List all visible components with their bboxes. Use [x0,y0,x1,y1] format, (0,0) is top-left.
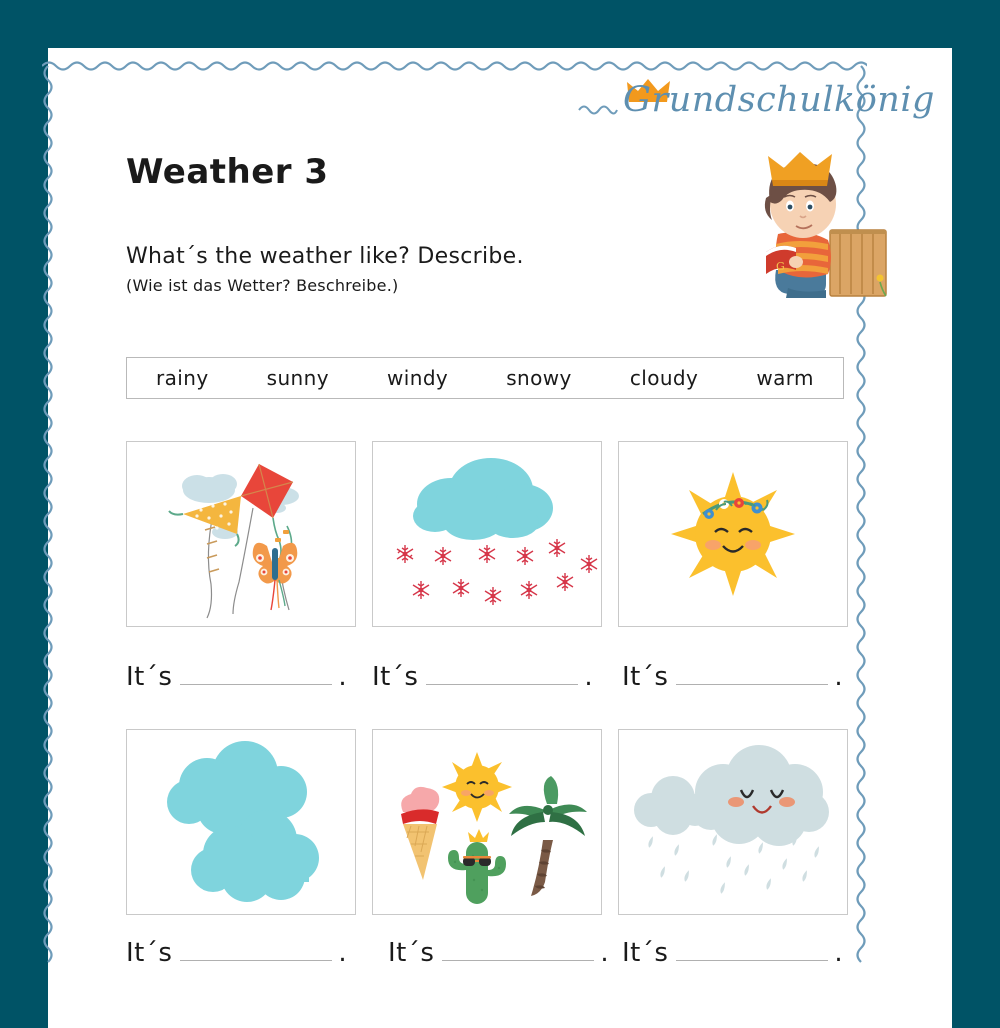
answer-blank-4[interactable] [180,940,333,961]
answer-period: . [584,662,593,692]
answer-period: . [834,662,843,692]
picture-box-3 [618,441,848,627]
answer-prefix: It´s [126,662,173,692]
snowflakes [396,539,598,605]
answer-prefix: It´s [126,938,173,968]
smiling-rain-cloud-illustration [634,745,829,894]
answer-blank-1[interactable] [180,664,333,685]
picture-box-1 [126,441,356,627]
prompt-english: What´s the weather like? Describe. [126,244,524,269]
answer-line-5[interactable]: It´s . [388,938,609,968]
prompt-german: (Wie ist das Wetter? Beschreibe.) [126,276,399,295]
yellow-kite [168,496,241,547]
word-bank-item-warm: warm [756,366,814,390]
king-boy-reading-mascot: G [764,152,887,298]
answer-period: . [338,938,347,968]
brand-logo: Grundschulkönig [578,78,934,140]
answer-blank-5[interactable] [442,940,595,961]
ice-cream-icon [401,786,440,880]
smiling-sun-with-flower-crown-illustration [671,472,795,596]
answer-prefix: It´s [622,938,669,968]
answer-prefix: It´s [372,662,419,692]
word-bank: rainy sunny windy snowy cloudy warm [126,357,844,399]
picture-box-6 [618,729,848,915]
palm-tree-icon [509,776,587,896]
answer-line-2[interactable]: It´s . [372,662,593,692]
answer-line-1[interactable]: It´s . [126,662,347,692]
cactus-with-sunglasses-icon [448,829,506,904]
kites-flying-illustration [168,463,299,619]
cloud-with-snowflakes-illustration [396,458,598,605]
word-bank-item-cloudy: cloudy [629,366,699,390]
small-sun [442,752,512,822]
answer-period: . [834,938,843,968]
answer-blank-6[interactable] [676,940,829,961]
wave-squiggle-icon [578,105,618,115]
svg-text:G: G [776,260,785,273]
word-bank-item-sunny: sunny [266,366,329,390]
answer-period: . [600,938,609,968]
turquoise-cloud [413,458,553,540]
picture-box-4 [126,729,356,915]
two-blue-clouds-illustration [167,741,319,902]
word-bank-item-windy: windy [387,366,449,390]
brand-name: Grundschulkönig [623,80,935,120]
answer-prefix: It´s [388,938,435,968]
page-title: Weather 3 [126,152,329,192]
picture-box-2 [372,441,602,627]
worksheet-page: Grundschulkönig G Weather 3 What´s the w… [0,0,1000,1028]
answer-blank-3[interactable] [676,664,829,685]
answer-blank-2[interactable] [426,664,579,685]
word-bank-item-rainy: rainy [156,366,209,390]
answer-prefix: It´s [622,662,669,692]
answer-period: . [338,662,347,692]
answer-line-4[interactable]: It´s . [126,938,347,968]
word-bank-item-snowy: snowy [506,366,572,390]
picture-box-5 [372,729,602,915]
answer-line-6[interactable]: It´s . [622,938,843,968]
big-cloud [691,745,829,846]
fence-icon [829,229,887,297]
butterfly-kite [252,542,298,611]
summer-icecream-sun-cactus-palm-illustration [401,752,587,904]
answer-line-3[interactable]: It´s . [622,662,843,692]
